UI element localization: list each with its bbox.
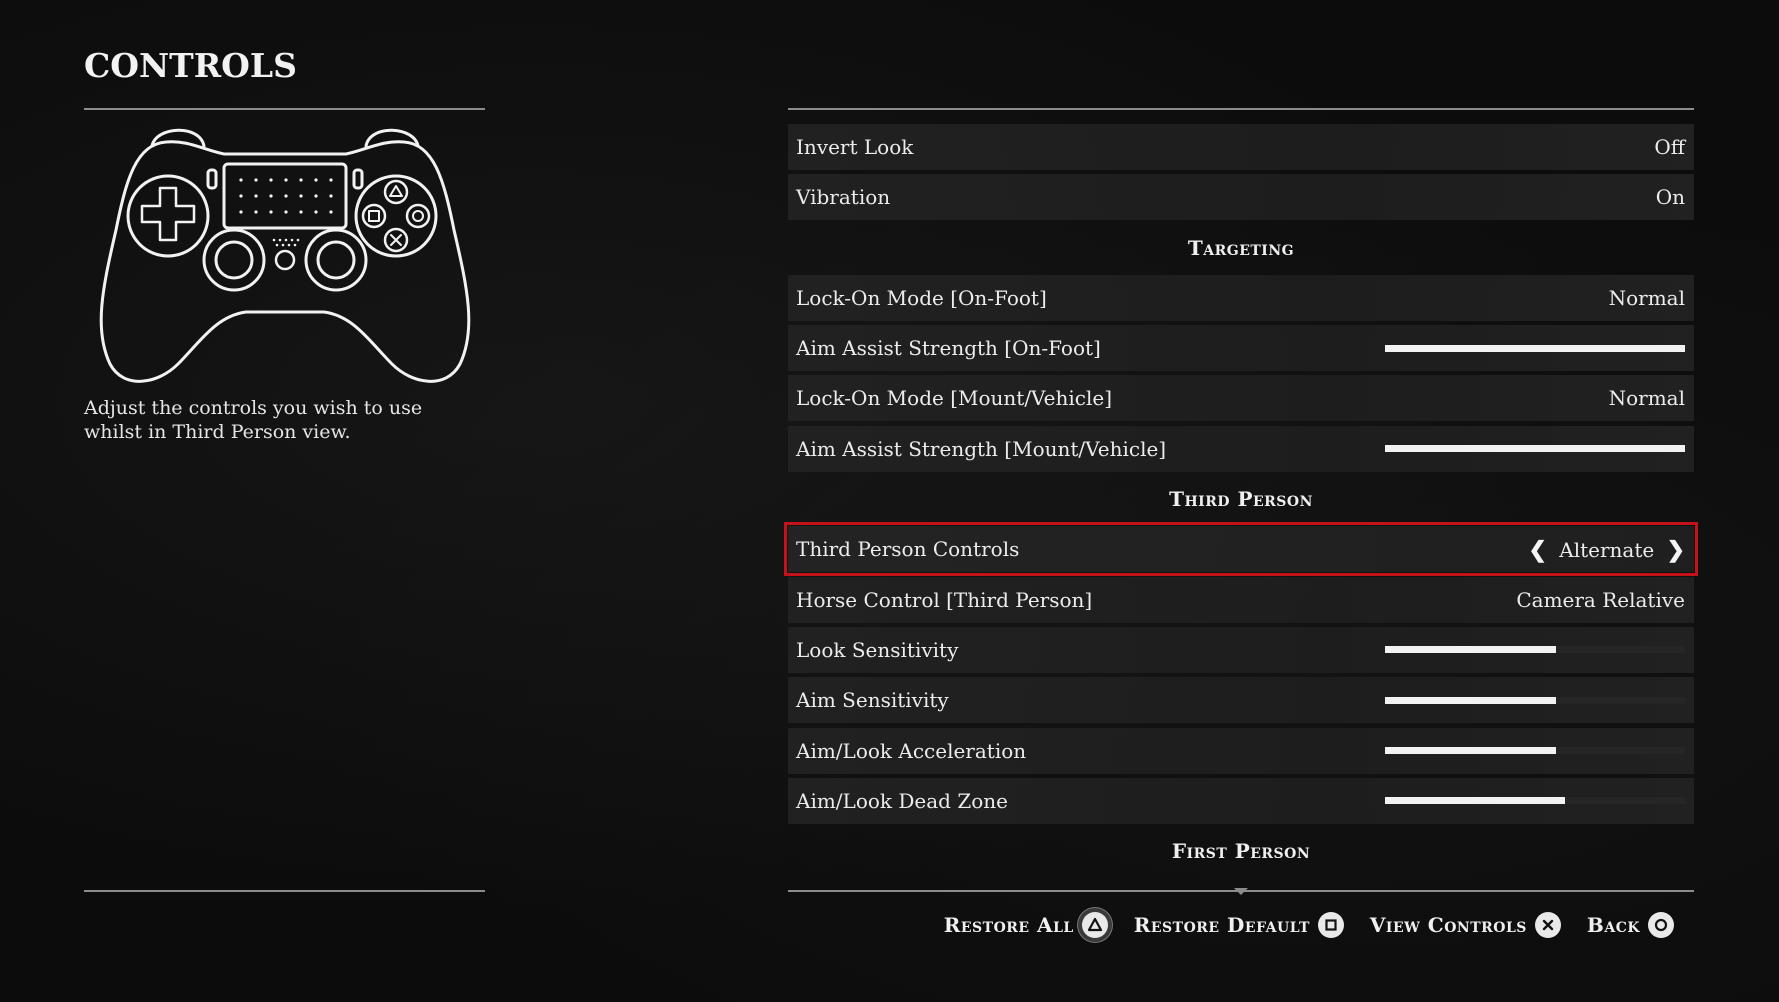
section-header-first-person: First Person [1171,839,1311,864]
back-button[interactable]: Back [1587,912,1674,938]
slider-fill [1385,646,1556,654]
setting-label: Aim Sensitivity [796,688,949,713]
circle-button-icon [1648,912,1674,938]
scroll-down-indicator-icon [1234,888,1248,895]
aim-assist-on-foot-slider[interactable] [1385,344,1685,352]
slider-fill [1385,797,1565,805]
setting-lockon-mount-vehicle[interactable]: Lock-On Mode [Mount/Vehicle] Normal [788,375,1694,422]
chevron-right-icon[interactable]: ❯ [1667,539,1685,561]
square-button-icon [1317,912,1344,938]
restore-all-label: Restore All [943,913,1074,937]
setting-horse-control[interactable]: Horse Control [Third Person] Camera Rela… [788,576,1694,623]
setting-aim-assist-on-foot[interactable]: Aim Assist Strength [On-Foot] [788,325,1694,372]
setting-vibration[interactable]: Vibration On [788,174,1694,221]
slider-fill [1385,445,1685,453]
setting-label: Invert Look [796,135,914,159]
slider-fill [1385,344,1685,352]
setting-value: On [1655,185,1685,210]
aim-assist-mount-vehicle-slider[interactable] [1385,445,1685,453]
setting-value: Alternate [1559,538,1655,563]
triangle-button-icon [1081,912,1108,938]
view-controls-label: View Controls [1369,913,1527,937]
setting-label: Third Person Controls [796,537,1020,562]
setting-aim-look-acceleration[interactable]: Aim/Look Acceleration [788,727,1694,774]
setting-aim-assist-mount-vehicle[interactable]: Aim Assist Strength [Mount/Vehicle] [788,425,1694,472]
setting-label: Aim Assist Strength [Mount/Vehicle] [796,436,1167,461]
setting-lockon-on-foot[interactable]: Lock-On Mode [On-Foot] Normal [788,274,1694,321]
left-bottom-divider [84,890,485,892]
back-label: Back [1586,913,1640,937]
option-selector: ❮ Alternate ❯ [1528,537,1685,563]
section-header-targeting: Targeting [1187,235,1295,260]
cross-button-icon [1534,912,1561,938]
setting-label: Lock-On Mode [Mount/Vehicle] [796,386,1113,411]
setting-label: Lock-On Mode [On-Foot] [796,285,1047,310]
chevron-left-icon[interactable]: ❮ [1528,539,1546,561]
setting-aim-sensitivity[interactable]: Aim Sensitivity [788,677,1694,724]
page-title: CONTROLS [84,46,297,85]
restore-all-button[interactable]: Restore All [944,912,1108,938]
slider-fill [1385,696,1556,704]
settings-list: Invert Look Off Vibration On Targeting L… [784,124,1698,878]
setting-look-sensitivity[interactable]: Look Sensitivity [788,626,1694,673]
look-sensitivity-slider[interactable] [1385,646,1685,654]
footer-actions: Restore All Restore Default View Control… [944,912,1674,938]
aim-look-acceleration-slider[interactable] [1385,747,1685,755]
section-header-third-person: Third Person [1169,487,1313,512]
setting-label: Look Sensitivity [796,637,959,662]
view-controls-button[interactable]: View Controls [1370,912,1561,938]
setting-value: Camera Relative [1516,587,1685,612]
setting-label: Aim Assist Strength [On-Foot] [796,336,1101,361]
aim-look-dead-zone-slider[interactable] [1385,797,1685,805]
screen-description: Adjust the controls you wish to use whil… [84,397,423,443]
setting-label: Vibration [796,185,891,210]
setting-value: Normal [1608,285,1685,310]
controls-screen: CONTROLS Adjust the controls you wish to… [0,0,1779,1002]
restore-default-button[interactable]: Restore Default [1134,912,1344,938]
left-top-divider [84,108,485,110]
setting-value: Off [1654,135,1685,159]
controller-icon [96,120,474,390]
setting-label: Horse Control [Third Person] [796,587,1093,612]
slider-fill [1385,747,1556,755]
setting-invert-look[interactable]: Invert Look Off [788,124,1694,170]
setting-value: Normal [1608,386,1685,411]
setting-label: Aim/Look Dead Zone [796,788,1008,813]
aim-sensitivity-slider[interactable] [1385,696,1685,704]
setting-label: Aim/Look Acceleration [796,738,1027,763]
restore-default-label: Restore Default [1133,913,1310,937]
right-top-divider [788,108,1694,110]
setting-aim-look-dead-zone[interactable]: Aim/Look Dead Zone [788,777,1694,824]
setting-third-person-controls[interactable]: Third Person Controls ❮ Alternate ❯ [784,522,1698,577]
